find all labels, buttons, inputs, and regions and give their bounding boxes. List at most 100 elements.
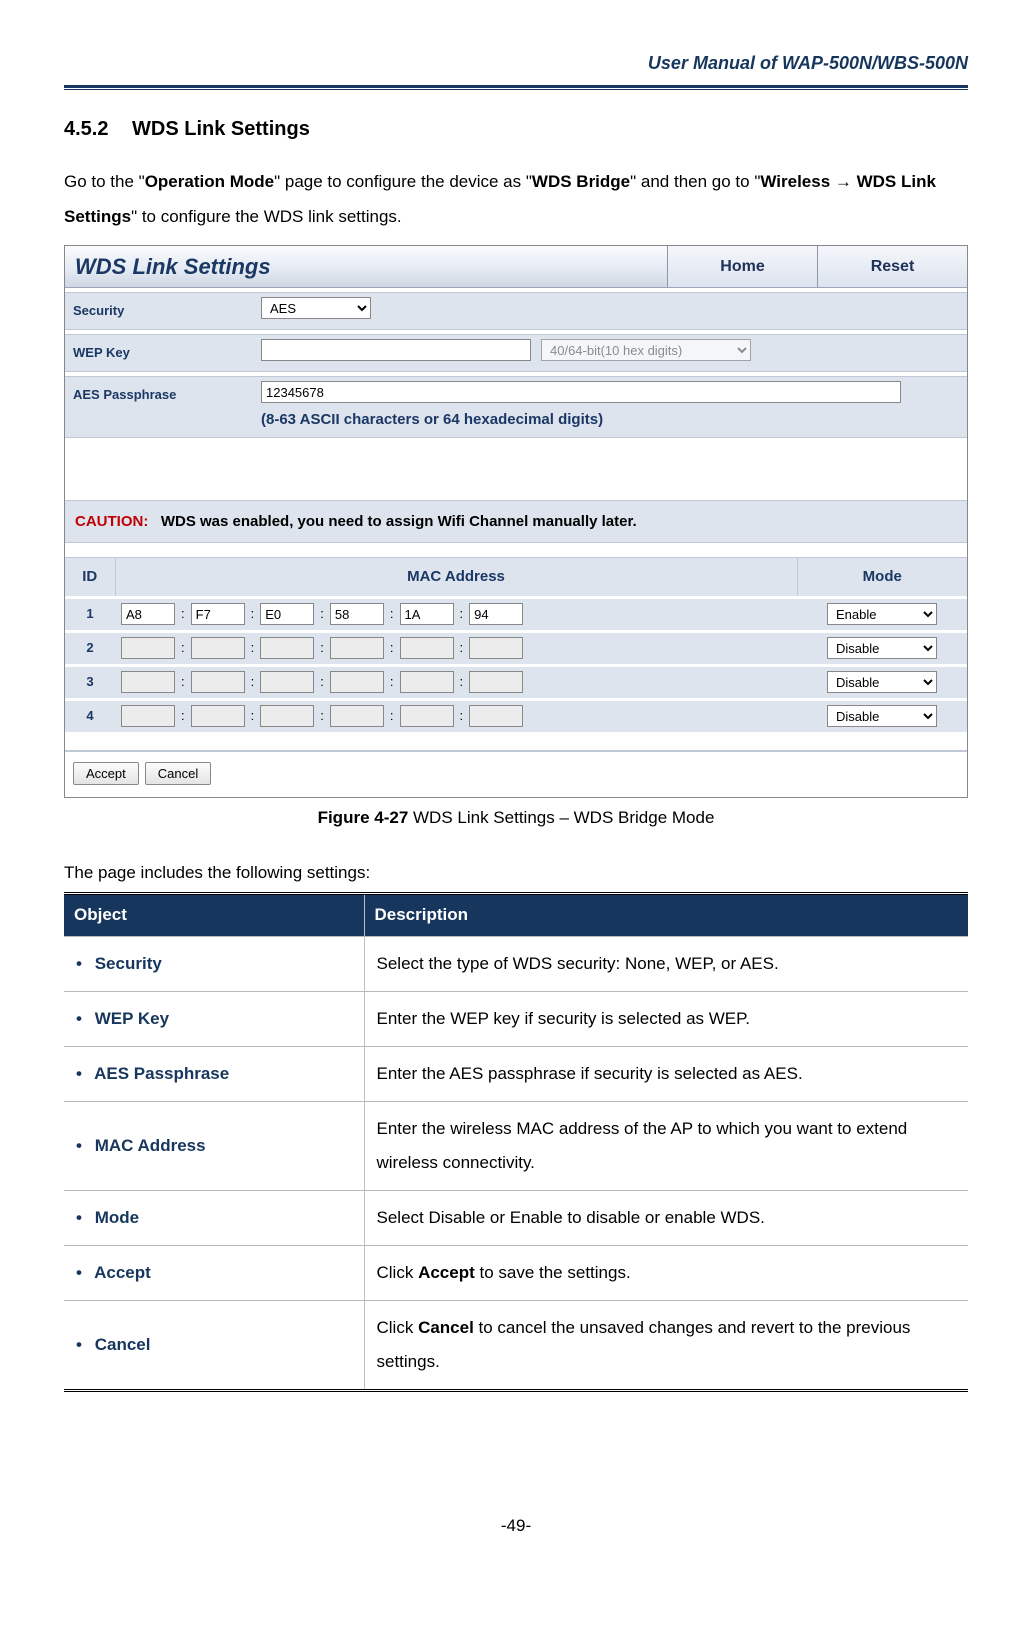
bullet-icon: • — [76, 1129, 90, 1163]
mac-octet-input[interactable] — [260, 603, 314, 625]
description-cell: Enter the AES passphrase if security is … — [364, 1046, 968, 1101]
description-cell: Click Accept to save the settings. — [364, 1245, 968, 1300]
mac-octet-input[interactable] — [121, 637, 175, 659]
mac-octet-input[interactable] — [121, 603, 175, 625]
colon-separator: : — [320, 637, 324, 659]
section-title: WDS Link Settings — [132, 118, 310, 140]
description-table-wrap: Object Description • Security Select the … — [64, 892, 968, 1392]
table-row: 2:::::Disable — [65, 631, 967, 665]
intro-paragraph: Go to the "Operation Mode" page to confi… — [64, 164, 968, 235]
object-cell: • AES Passphrase — [64, 1046, 364, 1101]
mode-select[interactable]: Enable — [827, 603, 937, 625]
mac-octet-input[interactable] — [400, 603, 454, 625]
page-number: -49- — [64, 1512, 968, 1541]
col-mode: Mode — [797, 558, 967, 598]
mode-select[interactable]: Disable — [827, 671, 937, 693]
object-cell: • Accept — [64, 1245, 364, 1300]
mac-octet-input[interactable] — [330, 705, 384, 727]
mac-octet-input[interactable] — [400, 637, 454, 659]
table-intro: The page includes the following settings… — [64, 859, 968, 888]
mode-select[interactable]: Disable — [827, 705, 937, 727]
reset-button[interactable]: Reset — [817, 246, 967, 287]
mode-cell: Disable — [797, 631, 967, 665]
colon-separator: : — [390, 671, 394, 693]
object-label: Security — [90, 954, 162, 973]
figure-text: WDS Link Settings – WDS Bridge Mode — [408, 808, 714, 827]
object-label: MAC Address — [90, 1136, 206, 1155]
colon-separator: : — [181, 671, 185, 693]
object-label: AES Passphrase — [90, 1064, 229, 1083]
mac-octet-input[interactable] — [260, 637, 314, 659]
colon-separator: : — [181, 705, 185, 727]
object-cell: • WEP Key — [64, 991, 364, 1046]
colon-separator: : — [460, 603, 464, 625]
spacer — [65, 438, 967, 500]
row-id: 3 — [65, 665, 115, 699]
mode-select[interactable]: Disable — [827, 637, 937, 659]
panel-titlebar: WDS Link Settings Home Reset — [65, 246, 967, 288]
mac-octet-input[interactable] — [469, 637, 523, 659]
arrow-icon: → — [835, 172, 852, 191]
colon-separator: : — [460, 705, 464, 727]
colon-separator: : — [251, 637, 255, 659]
mac-octet-input[interactable] — [260, 671, 314, 693]
wep-bits-select[interactable]: 40/64-bit(10 hex digits) — [541, 339, 751, 361]
text-bold: Wireless — [760, 172, 835, 191]
object-cell: • Cancel — [64, 1300, 364, 1389]
text: " page to configure the device as " — [274, 172, 532, 191]
colon-separator: : — [460, 637, 464, 659]
mac-octet-input[interactable] — [330, 671, 384, 693]
text-bold: Accept — [418, 1263, 475, 1282]
colon-separator: : — [320, 603, 324, 625]
mac-cell: ::::: — [115, 631, 797, 665]
col-object: Object — [64, 895, 364, 936]
mac-octet-input[interactable] — [121, 705, 175, 727]
mac-cell: ::::: — [115, 699, 797, 732]
mode-cell: Disable — [797, 665, 967, 699]
accept-button[interactable]: Accept — [73, 762, 139, 785]
aes-passphrase-input[interactable] — [261, 381, 901, 403]
security-label: Security — [65, 293, 255, 329]
text: Enter the WEP key if security is selecte… — [377, 1009, 751, 1028]
text: Select the type of WDS security: None, W… — [377, 954, 779, 973]
aes-label: AES Passphrase — [65, 377, 255, 413]
mac-octet-input[interactable] — [191, 671, 245, 693]
table-row: 1:::::Enable — [65, 597, 967, 631]
object-label: Cancel — [90, 1335, 150, 1354]
mac-octet-input[interactable] — [121, 671, 175, 693]
col-description: Description — [364, 895, 968, 936]
row-id: 1 — [65, 597, 115, 631]
mac-octet-input[interactable] — [400, 705, 454, 727]
object-label: Accept — [90, 1263, 151, 1282]
mac-octet-input[interactable] — [400, 671, 454, 693]
mac-octet-input[interactable] — [330, 637, 384, 659]
bullet-icon: • — [76, 1201, 90, 1235]
mac-octet-input[interactable] — [191, 637, 245, 659]
row-id: 2 — [65, 631, 115, 665]
caution-label: CAUTION: — [75, 513, 148, 530]
colon-separator: : — [390, 637, 394, 659]
table-row: • WEP Key Enter the WEP key if security i… — [64, 991, 968, 1046]
object-label: Mode — [90, 1208, 139, 1227]
caution-bar: CAUTION: WDS was enabled, you need to as… — [65, 500, 967, 544]
security-select[interactable]: AES — [261, 297, 371, 319]
mac-octet-input[interactable] — [469, 603, 523, 625]
object-label: WEP Key — [90, 1009, 169, 1028]
home-button[interactable]: Home — [667, 246, 817, 287]
header-rule — [64, 85, 968, 90]
cancel-button[interactable]: Cancel — [145, 762, 211, 785]
colon-separator: : — [390, 705, 394, 727]
wep-key-input[interactable] — [261, 339, 531, 361]
mac-octet-input[interactable] — [330, 603, 384, 625]
mac-octet-input[interactable] — [191, 705, 245, 727]
description-table: Object Description • Security Select the … — [64, 895, 968, 1389]
text: Click — [377, 1263, 419, 1282]
mac-octet-input[interactable] — [191, 603, 245, 625]
row-id: 4 — [65, 699, 115, 732]
text: to save the settings. — [475, 1263, 631, 1282]
mac-octet-input[interactable] — [469, 671, 523, 693]
text-bold: Cancel — [418, 1318, 474, 1337]
mac-octet-input[interactable] — [260, 705, 314, 727]
mac-octet-input[interactable] — [469, 705, 523, 727]
table-row: • AcceptClick Accept to save the setting… — [64, 1245, 968, 1300]
